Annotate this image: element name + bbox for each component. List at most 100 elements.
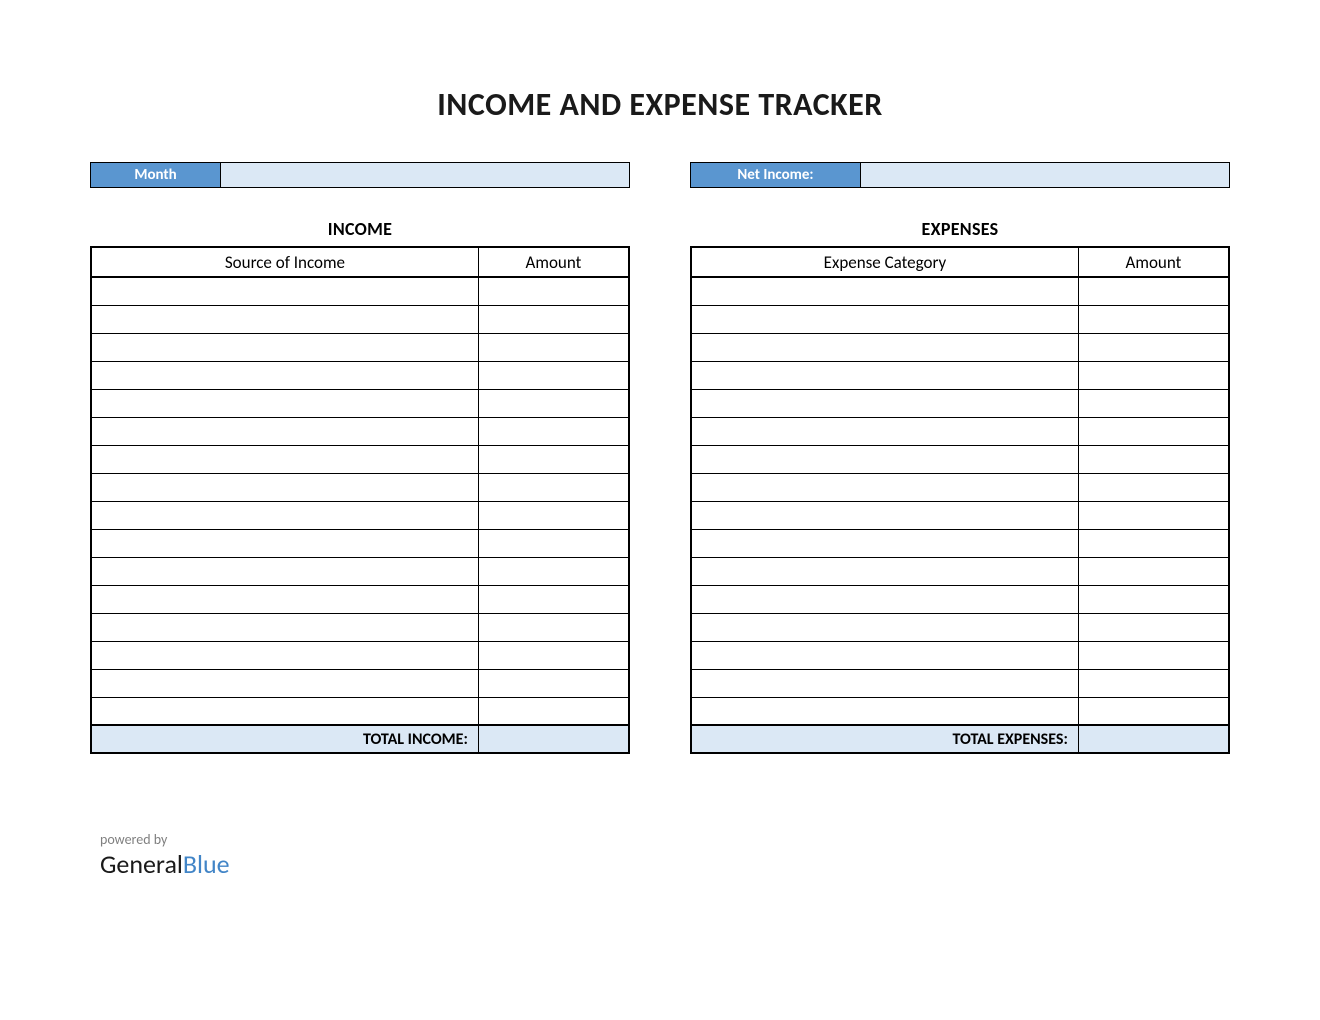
table-row [691,585,1229,613]
expenses-amount-cell[interactable] [1078,361,1229,389]
table-row [91,361,629,389]
expenses-desc-cell[interactable] [691,417,1078,445]
expenses-amount-cell[interactable] [1078,333,1229,361]
expenses-desc-cell[interactable] [691,585,1078,613]
income-amount-cell[interactable] [478,277,629,305]
income-desc-cell[interactable] [91,333,478,361]
expenses-desc-cell[interactable] [691,361,1078,389]
expenses-desc-cell[interactable] [691,641,1078,669]
income-amount-cell[interactable] [478,445,629,473]
income-amount-cell[interactable] [478,641,629,669]
income-desc-cell[interactable] [91,389,478,417]
table-row [691,557,1229,585]
month-bar: Month [90,162,630,188]
expenses-amount-cell[interactable] [1078,417,1229,445]
income-table: Source of Income Amount TOTAL INCOME: [90,246,630,754]
expenses-amount-cell[interactable] [1078,389,1229,417]
income-amount-cell[interactable] [478,333,629,361]
table-row [91,669,629,697]
income-amount-cell[interactable] [478,417,629,445]
top-bar-row: Month Net Income: [90,162,1230,188]
expenses-desc-cell[interactable] [691,613,1078,641]
income-desc-cell[interactable] [91,445,478,473]
income-amount-cell[interactable] [478,529,629,557]
income-amount-cell[interactable] [478,473,629,501]
income-amount-cell[interactable] [478,697,629,725]
expenses-header-amount: Amount [1078,247,1229,277]
expenses-amount-cell[interactable] [1078,305,1229,333]
expenses-amount-cell[interactable] [1078,613,1229,641]
income-total-label: TOTAL INCOME: [91,725,478,753]
income-desc-cell[interactable] [91,585,478,613]
table-row [91,389,629,417]
expenses-desc-cell[interactable] [691,529,1078,557]
table-row [91,417,629,445]
expenses-desc-cell[interactable] [691,333,1078,361]
table-row [691,305,1229,333]
table-row [91,445,629,473]
expenses-table: Expense Category Amount TOTAL EXPENSES: [690,246,1230,754]
income-amount-cell[interactable] [478,389,629,417]
table-row [91,333,629,361]
table-row [91,557,629,585]
table-row [91,501,629,529]
income-desc-cell[interactable] [91,417,478,445]
net-income-value [861,163,1229,187]
expenses-header-desc: Expense Category [691,247,1078,277]
income-amount-cell[interactable] [478,361,629,389]
income-desc-cell[interactable] [91,557,478,585]
expenses-amount-cell[interactable] [1078,557,1229,585]
month-input[interactable] [221,163,629,187]
table-row [691,417,1229,445]
table-row [691,473,1229,501]
income-amount-cell[interactable] [478,669,629,697]
income-desc-cell[interactable] [91,697,478,725]
income-header-amount: Amount [478,247,629,277]
expenses-desc-cell[interactable] [691,697,1078,725]
expenses-desc-cell[interactable] [691,445,1078,473]
expenses-amount-cell[interactable] [1078,529,1229,557]
income-desc-cell[interactable] [91,361,478,389]
brand-blue: Blue [183,848,230,880]
income-desc-cell[interactable] [91,529,478,557]
table-row [691,361,1229,389]
expenses-desc-cell[interactable] [691,389,1078,417]
expenses-desc-cell[interactable] [691,557,1078,585]
table-row [91,305,629,333]
expenses-amount-cell[interactable] [1078,697,1229,725]
expenses-amount-cell[interactable] [1078,473,1229,501]
expenses-desc-cell[interactable] [691,277,1078,305]
income-amount-cell[interactable] [478,613,629,641]
expenses-desc-cell[interactable] [691,501,1078,529]
income-amount-cell[interactable] [478,585,629,613]
income-desc-cell[interactable] [91,641,478,669]
expenses-amount-cell[interactable] [1078,445,1229,473]
brand-general: General [100,848,183,880]
expenses-desc-cell[interactable] [691,473,1078,501]
income-amount-cell[interactable] [478,305,629,333]
income-desc-cell[interactable] [91,501,478,529]
page-title: INCOME AND EXPENSE TRACKER [90,85,1230,124]
income-desc-cell[interactable] [91,473,478,501]
expenses-amount-cell[interactable] [1078,501,1229,529]
income-desc-cell[interactable] [91,613,478,641]
expenses-amount-cell[interactable] [1078,585,1229,613]
income-amount-cell[interactable] [478,501,629,529]
income-desc-cell[interactable] [91,669,478,697]
table-row [91,697,629,725]
expenses-column: EXPENSES Expense Category Amount TOTAL E… [690,218,1230,754]
income-desc-cell[interactable] [91,305,478,333]
income-desc-cell[interactable] [91,277,478,305]
expenses-amount-cell[interactable] [1078,669,1229,697]
income-amount-cell[interactable] [478,557,629,585]
net-income-label: Net Income: [691,163,861,187]
expenses-amount-cell[interactable] [1078,641,1229,669]
income-total-value [478,725,629,753]
expenses-section-title: EXPENSES [690,218,1230,240]
expenses-amount-cell[interactable] [1078,277,1229,305]
expenses-desc-cell[interactable] [691,305,1078,333]
month-label: Month [91,163,221,187]
table-row [91,613,629,641]
expenses-desc-cell[interactable] [691,669,1078,697]
table-row [691,697,1229,725]
